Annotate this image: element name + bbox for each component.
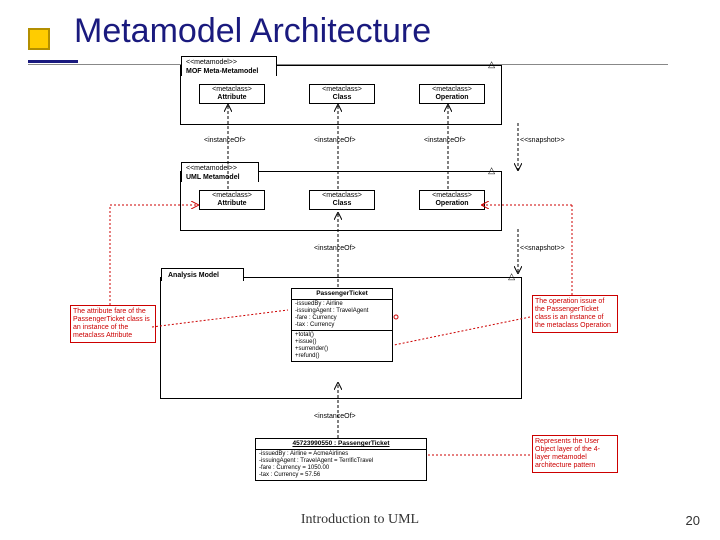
inst-label-3: <instanceOf>	[424, 137, 466, 144]
pt-ops: +total() +issue() +surrender() +refund()	[292, 331, 392, 361]
package-m3-tab: <<metamodel>> MOF Meta-Metamodel	[181, 56, 277, 76]
note-right-bottom: Represents the User Object layer of the …	[532, 435, 618, 473]
m3-class-box: <metaclass> Class	[309, 84, 375, 104]
m2-class-name: Class	[333, 200, 352, 207]
package-m1: Analysis Model △ PassengerTicket -issued…	[160, 277, 522, 399]
m3-class-stereo: <metaclass>	[322, 86, 362, 93]
m3-stereo: <<metamodel>>	[186, 59, 237, 66]
title-underline-accent	[28, 60, 78, 63]
note-rt-text: The operation issue of the PassengerTick…	[535, 298, 611, 329]
m1-name: Analysis Model	[168, 272, 219, 279]
inst-slots: -issuedBy : Airline = AcmeAirlines -issu…	[256, 450, 426, 480]
note-left: The attribute fare of the PassengerTicke…	[70, 305, 156, 343]
m2-name: UML Metamodel	[186, 174, 240, 181]
m2-attr-stereo: <metaclass>	[212, 192, 252, 199]
m3-op-stereo: <metaclass>	[432, 86, 472, 93]
inst-label-2: <instanceOf>	[314, 137, 356, 144]
instance-box: 45723990550 : PassengerTicket -issuedBy …	[255, 438, 427, 481]
m2-op-stereo: <metaclass>	[432, 192, 472, 199]
m3-op-box: <metaclass> Operation	[419, 84, 485, 104]
m3-attribute-box: <metaclass> Attribute	[199, 84, 265, 104]
package-m3: <<metamodel>> MOF Meta-Metamodel △ <meta…	[180, 65, 502, 125]
m2-op-box: <metaclass> Operation	[419, 190, 485, 210]
m3-op-name: Operation	[435, 94, 468, 101]
inst-label-4: <instanceOf>	[314, 245, 356, 252]
slide-title: Metamodel Architecture	[74, 12, 431, 51]
page-number: 20	[686, 513, 700, 528]
m2-op-name: Operation	[435, 200, 468, 207]
m3-attr-stereo: <metaclass>	[212, 86, 252, 93]
m3-class-name: Class	[333, 94, 352, 101]
inst-label-5: <instanceOf>	[314, 413, 356, 420]
pt-name: PassengerTicket	[316, 290, 368, 297]
note-corner-fill-icon	[612, 436, 617, 441]
package-m2-triangle-icon: △	[488, 165, 495, 176]
package-m1-triangle-icon: △	[508, 271, 515, 282]
pt-attrs: -issuedBy : Airline -issuingAgent : Trav…	[292, 300, 392, 331]
package-m3-triangle-icon: △	[488, 59, 495, 70]
m3-attr-name: Attribute	[217, 94, 246, 101]
note-rb-text: Represents the User Object layer of the …	[535, 438, 600, 469]
m2-attribute-box: <metaclass> Attribute	[199, 190, 265, 210]
diagram-area: <<metamodel>> MOF Meta-Metamodel △ <meta…	[100, 55, 620, 505]
m2-attr-name: Attribute	[217, 200, 246, 207]
m3-name: MOF Meta-Metamodel	[186, 68, 258, 75]
m2-stereo: <<metamodel>>	[186, 165, 237, 172]
bullet-icon	[28, 28, 50, 50]
m2-class-box: <metaclass> Class	[309, 190, 375, 210]
inst-label-1: <instanceOf>	[204, 137, 246, 144]
inst-name: 45723990550 : PassengerTicket	[292, 440, 389, 447]
note-left-text: The attribute fare of the PassengerTicke…	[73, 308, 150, 339]
slide-footer: Introduction to UML	[0, 512, 720, 528]
package-m1-tab: Analysis Model	[161, 268, 244, 281]
package-m2: <<metamodel>> UML Metamodel △ <metaclass…	[180, 171, 502, 231]
m2-class-stereo: <metaclass>	[322, 192, 362, 199]
package-m2-tab: <<metamodel>> UML Metamodel	[181, 162, 259, 182]
note-corner-fill-icon	[612, 296, 617, 301]
snapshot-label-2: <<snapshot>>	[520, 245, 565, 252]
note-corner-fill-icon	[150, 306, 155, 311]
note-right-top: The operation issue of the PassengerTick…	[532, 295, 618, 333]
passenger-ticket-class: PassengerTicket -issuedBy : Airline -iss…	[291, 288, 393, 362]
snapshot-label: <<snapshot>>	[520, 137, 565, 144]
